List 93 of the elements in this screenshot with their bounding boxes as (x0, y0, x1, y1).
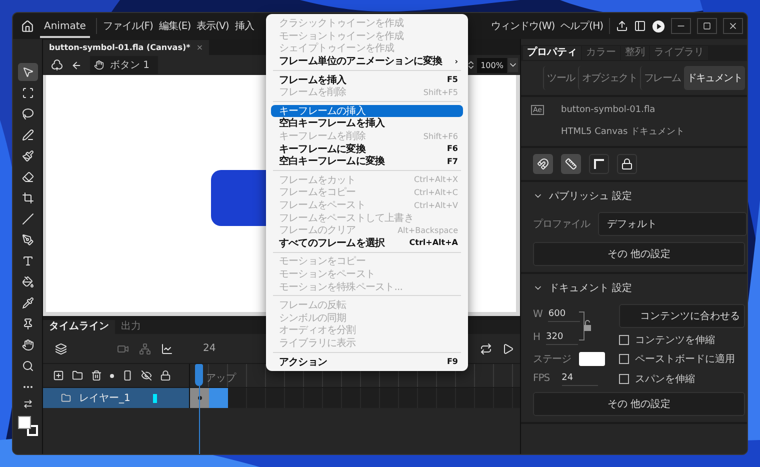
club-icon[interactable] (51, 59, 63, 71)
checkbox[interactable] (619, 374, 629, 384)
menu-item[interactable]: キーフレームに変換 F6 (271, 142, 463, 155)
menu-title[interactable]: 挿入 (234, 19, 254, 33)
dot-icon[interactable] (110, 374, 114, 378)
graph-icon[interactable] (161, 342, 173, 354)
toggle-button[interactable] (561, 154, 581, 174)
frame-rate: 24 (203, 343, 216, 354)
field-label: プロファイル (533, 218, 590, 231)
panel-tab[interactable]: タイムライン (43, 320, 115, 334)
panel-tab[interactable]: プロパティ (523, 46, 581, 60)
magnet-icon (537, 158, 549, 170)
trash-icon[interactable] (91, 370, 102, 381)
properties-tab[interactable]: ドキュメント (684, 66, 745, 90)
camera-icon[interactable] (117, 342, 129, 354)
field-label: W (533, 308, 542, 320)
profile-dropdown[interactable]: デフォルト (598, 212, 747, 236)
corner-icon (593, 158, 605, 170)
play-icon[interactable] (502, 342, 514, 354)
loop-icon[interactable] (480, 342, 492, 354)
panel-tab[interactable]: カラー (582, 46, 620, 60)
panel-tab[interactable]: 出力 (115, 320, 147, 334)
layer-name: レイヤー_1 (79, 392, 132, 405)
height-field[interactable]: 320 (546, 330, 578, 344)
fit-content-button[interactable]: コンテンツに合わせる (619, 304, 745, 328)
properties-tab[interactable]: ツール (543, 66, 578, 90)
field-label: H (533, 332, 540, 342)
panel-tab[interactable]: ライブラリ (650, 46, 708, 60)
lock-icon (621, 158, 633, 170)
properties-tab[interactable]: オブジェクト (578, 66, 640, 90)
playhead[interactable] (195, 364, 203, 454)
stage-color-swatch[interactable] (579, 352, 605, 366)
panel-tab[interactable]: 整列 (621, 46, 649, 60)
checkbox-label: コンテンツを伸縮 (635, 334, 715, 347)
panel-icon[interactable] (634, 20, 646, 32)
checkbox-label: ペーストボードに適用 (635, 352, 735, 366)
breadcrumb[interactable]: ボタン 1 (90, 56, 158, 74)
toggle-button[interactable] (589, 154, 609, 174)
menu-title[interactable]: 表示(V) (196, 19, 229, 33)
document-tab[interactable]: button-symbol-01.fla (Canvas)* × (43, 40, 210, 55)
folder-icon[interactable] (72, 370, 83, 381)
hand-icon (94, 60, 104, 70)
menu-item[interactable]: キーフレームの挿入 (271, 104, 463, 118)
section-title: ドキュメント 設定 (549, 282, 632, 295)
menu-title[interactable]: 編集(E) (158, 19, 191, 33)
play-icon[interactable] (652, 20, 665, 32)
keyframe[interactable] (190, 388, 209, 408)
menu-item[interactable]: フレームを挿入 F5 (271, 73, 463, 86)
eye-off-icon[interactable] (141, 370, 152, 381)
checkbox-label: スパンを伸縮 (635, 372, 695, 386)
more-settings-button[interactable]: その 他の設定 (533, 392, 745, 416)
menu-item[interactable]: フレーム単位のアニメーションに変換 › (271, 54, 463, 68)
link-lock-icon[interactable] (579, 308, 593, 342)
outline-icon[interactable] (122, 370, 133, 381)
menu-item[interactable]: 空白キーフレームに変換 F7 (271, 154, 463, 168)
back-icon[interactable] (71, 60, 82, 70)
close-icon (728, 21, 738, 31)
home-icon[interactable] (21, 20, 34, 32)
file-name: button-symbol-01.fla (561, 105, 656, 115)
maximize-button[interactable] (697, 18, 717, 34)
width-field[interactable]: 600 (548, 306, 580, 322)
lock-icon[interactable] (160, 370, 171, 381)
field-label: ステージ (533, 353, 571, 366)
dropdown-caret-icon[interactable] (508, 58, 518, 72)
menu-item[interactable]: アクション F9 (271, 355, 463, 368)
frame-label: アップ (206, 372, 236, 385)
more-settings-button[interactable]: その 他の設定 (533, 242, 745, 266)
layer-icon (61, 393, 71, 403)
fps-field[interactable]: 24 (562, 371, 598, 386)
zoom-field[interactable]: 100% (477, 58, 507, 72)
close-button[interactable] (723, 18, 743, 34)
section-title: パブリッシュ 設定 (549, 190, 632, 203)
menu-title[interactable]: ウィンドウ(W) (490, 19, 555, 33)
field-label: FPS (533, 373, 550, 384)
swap-colors-icon[interactable] (22, 399, 32, 409)
menu-item[interactable]: すべてのフレームを選択 Ctrl+Alt+A (271, 236, 463, 250)
toggle-button[interactable] (533, 154, 553, 174)
layer-row[interactable]: レイヤー_1 (43, 388, 189, 408)
color-swatches[interactable] (18, 416, 38, 436)
maximize-icon (703, 22, 711, 30)
toggle-button[interactable] (617, 154, 637, 174)
add-layer-icon[interactable] (53, 370, 64, 381)
share-icon[interactable] (616, 20, 628, 32)
document-type: HTML5 Canvas ドキュメント (561, 126, 686, 138)
layers-icon[interactable] (55, 342, 67, 354)
hierarchy-icon[interactable] (139, 342, 151, 354)
stepper-icon[interactable] (466, 60, 476, 70)
menu-item[interactable]: 空白キーフレームを挿入 (271, 117, 463, 130)
checkbox[interactable] (619, 335, 629, 345)
menu-title[interactable]: ファイル(F) (102, 19, 153, 33)
checkbox[interactable] (619, 354, 629, 364)
menu-title[interactable]: ヘルプ(H) (560, 19, 603, 33)
ruler-icon (565, 158, 577, 170)
